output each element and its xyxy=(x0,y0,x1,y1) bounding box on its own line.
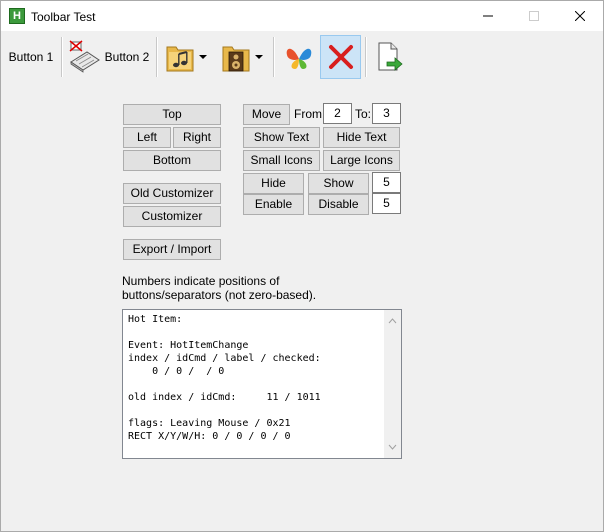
event-log-textarea[interactable]: Hot Item: Event: HotItemChange index / i… xyxy=(122,309,402,459)
maximize-button[interactable] xyxy=(511,1,557,31)
toolbar-button-1[interactable]: Button 1 xyxy=(5,35,57,79)
from-label: From: xyxy=(294,107,326,121)
toolbar-button-2[interactable]: Button 2 xyxy=(65,35,151,79)
toolbar-separator xyxy=(61,37,63,77)
chevron-down-icon xyxy=(255,55,263,59)
window-title: Toolbar Test xyxy=(31,10,96,24)
large-icons-button[interactable]: Large Icons xyxy=(323,150,400,171)
minimize-icon xyxy=(483,15,493,17)
export-import-button[interactable]: Export / Import xyxy=(123,239,221,260)
show-text-button[interactable]: Show Text xyxy=(243,127,320,148)
hide-show-index-input[interactable]: 5 xyxy=(372,172,401,193)
minimize-button[interactable] xyxy=(465,1,511,31)
toolbar-button-2-label: Button 2 xyxy=(104,50,150,64)
title-bar[interactable]: H Toolbar Test xyxy=(1,1,603,31)
hide-text-button[interactable]: Hide Text xyxy=(323,127,400,148)
delete-button[interactable] xyxy=(320,35,361,79)
chevron-down-icon xyxy=(199,55,207,59)
toolbar-separator xyxy=(156,37,158,77)
bottom-button[interactable]: Bottom xyxy=(123,150,221,171)
toolbar-button-1-label: Button 1 xyxy=(8,50,54,64)
show-button[interactable]: Show xyxy=(308,173,369,194)
small-icons-button[interactable]: Small Icons xyxy=(243,150,320,171)
customizer-button[interactable]: Customizer xyxy=(123,206,221,227)
disable-button[interactable]: Disable xyxy=(308,194,369,215)
toolbar: Button 1 Button 2 xyxy=(1,31,603,83)
export-page-icon xyxy=(378,42,403,71)
to-label: To: xyxy=(355,107,372,121)
top-button[interactable]: Top xyxy=(123,104,221,125)
event-log-text: Hot Item: Event: HotItemChange index / i… xyxy=(128,314,321,442)
export-page-button[interactable] xyxy=(369,35,409,79)
keyboard-icon xyxy=(69,40,100,73)
red-x-icon xyxy=(328,45,353,69)
left-button[interactable]: Left xyxy=(123,127,171,148)
note-line-2: buttons/separators (not zero-based). xyxy=(122,288,317,302)
main-window: H Toolbar Test Button 1 Button 2 Top Lef… xyxy=(0,0,604,532)
old-customizer-button[interactable]: Old Customizer xyxy=(123,183,221,204)
toolbar-separator xyxy=(273,37,275,77)
note-line-1: Numbers indicate positions of xyxy=(122,274,280,288)
music-folder-dropdown-button[interactable] xyxy=(161,35,211,79)
msn-butterfly-button[interactable] xyxy=(279,35,319,79)
close-icon xyxy=(575,11,585,21)
music-folder-icon xyxy=(166,46,194,72)
butterfly-icon xyxy=(286,48,312,69)
speaker-folder-dropdown-button[interactable] xyxy=(215,35,269,79)
speaker-folder-icon xyxy=(222,46,250,72)
toolbar-separator xyxy=(365,37,367,77)
move-button[interactable]: Move xyxy=(243,104,290,125)
enable-button[interactable]: Enable xyxy=(243,194,304,215)
vertical-scrollbar[interactable] xyxy=(384,310,401,458)
scroll-arrows-icon xyxy=(388,318,397,450)
enable-disable-index-input[interactable]: 5 xyxy=(372,193,401,214)
to-input[interactable]: 3 xyxy=(372,103,401,124)
hide-button[interactable]: Hide xyxy=(243,173,304,194)
from-input[interactable]: 2 xyxy=(323,103,352,124)
close-window-button[interactable] xyxy=(557,1,603,31)
app-icon: H xyxy=(9,8,25,24)
right-button[interactable]: Right xyxy=(173,127,221,148)
maximize-icon xyxy=(529,11,539,21)
